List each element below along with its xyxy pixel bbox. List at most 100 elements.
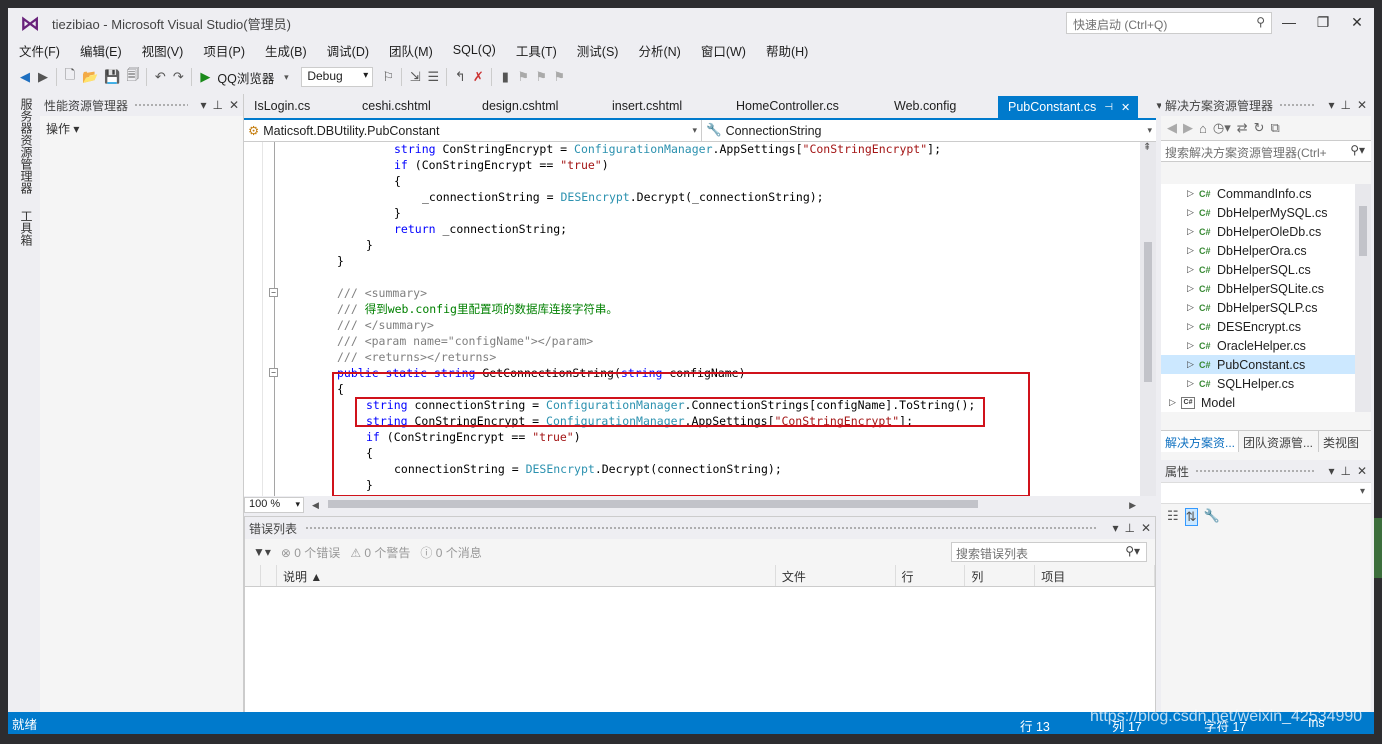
forward-icon[interactable]: ▶ bbox=[1183, 120, 1193, 136]
bookmark-icon[interactable]: ▮ bbox=[496, 66, 514, 88]
minimize-button[interactable]: — bbox=[1272, 8, 1306, 36]
tree-item-dbhelpersqlp[interactable]: ▷ C# DbHelperSQLP.cs bbox=[1161, 298, 1355, 317]
member-dropdown[interactable]: 🔧 ConnectionString ▾ bbox=[702, 120, 1156, 141]
tree-item-dbhelperora[interactable]: ▷ C# DbHelperOra.cs bbox=[1161, 241, 1355, 260]
col-line[interactable]: 行 bbox=[896, 565, 966, 586]
tab-class-view[interactable]: 类视图 bbox=[1319, 431, 1371, 452]
tab-islogin[interactable]: IsLogin.cs bbox=[244, 96, 352, 118]
tab-insert[interactable]: insert.cshtml bbox=[602, 96, 726, 118]
start-debug-icon[interactable]: ▶ bbox=[196, 66, 214, 88]
close-icon[interactable]: ✕ bbox=[1141, 521, 1151, 535]
close-icon[interactable]: ✕ bbox=[1357, 98, 1367, 112]
menu-sql[interactable]: SQL(Q) bbox=[442, 43, 505, 57]
expand-arrow-icon[interactable]: ▷ bbox=[1169, 397, 1181, 408]
error-search-input[interactable]: 搜索错误列表 ⚲▾ bbox=[951, 542, 1147, 562]
tab-homecontroller[interactable]: HomeController.cs bbox=[726, 96, 884, 118]
code-area[interactable]: string ConStringEncrypt = ConfigurationM… bbox=[244, 142, 1140, 498]
scrollbar-thumb[interactable] bbox=[1359, 206, 1367, 256]
toolbox-tab[interactable]: 工具箱 bbox=[12, 206, 41, 250]
categorized-icon[interactable]: ☷ bbox=[1167, 508, 1179, 526]
scroll-right-icon[interactable]: ▶ bbox=[1129, 500, 1136, 511]
col-description[interactable]: 说明 ▲ bbox=[277, 565, 776, 586]
panel-grip[interactable] bbox=[134, 102, 189, 108]
menu-test[interactable]: 测试(S) bbox=[566, 41, 628, 60]
tab-ceshi[interactable]: ceshi.cshtml bbox=[352, 96, 472, 118]
maximize-button[interactable]: ❐ bbox=[1306, 8, 1340, 36]
tree-item-pubconstant[interactable]: ▷ C# PubConstant.cs bbox=[1161, 355, 1355, 374]
properties-object-select[interactable] bbox=[1161, 482, 1371, 504]
code-editor[interactable]: ⚙ Maticsoft.DBUtility.PubConstant ▾ 🔧 Co… bbox=[244, 118, 1156, 514]
quick-launch-input[interactable]: 快速启动 (Ctrl+Q) ⚲ bbox=[1066, 12, 1272, 34]
back-icon[interactable]: ◀ bbox=[16, 66, 34, 88]
tab-design[interactable]: design.cshtml bbox=[472, 96, 602, 118]
redo-icon[interactable]: ↷ bbox=[169, 66, 187, 88]
property-pages-icon[interactable]: 🔧 bbox=[1204, 508, 1220, 526]
chevron-down-icon[interactable]: ▾ bbox=[200, 98, 206, 112]
expand-arrow-icon[interactable]: ▷ bbox=[1187, 378, 1199, 389]
chevron-down-icon[interactable]: ▾ bbox=[1112, 521, 1118, 535]
tree-item-model[interactable]: ▷ C# Model bbox=[1161, 393, 1355, 412]
server-explorer-tab[interactable]: 服务器资源管理器 bbox=[12, 94, 41, 198]
tab-solution-explorer[interactable]: 解决方案资... bbox=[1161, 431, 1239, 452]
zoom-select[interactable]: 100 % bbox=[244, 497, 304, 513]
expand-arrow-icon[interactable]: ▷ bbox=[1187, 321, 1199, 332]
pin-icon[interactable]: ⊥ bbox=[1124, 521, 1134, 535]
menu-analyze[interactable]: 分析(N) bbox=[627, 41, 689, 60]
pin-icon[interactable]: ⊥ bbox=[1340, 98, 1350, 112]
tree-scrollbar[interactable] bbox=[1355, 184, 1371, 412]
scroll-left-icon[interactable]: ◀ bbox=[312, 500, 319, 511]
menu-file[interactable]: 文件(F) bbox=[8, 41, 69, 60]
collapse-toggle-icon[interactable]: − bbox=[269, 288, 278, 297]
tab-team-explorer[interactable]: 团队资源管... bbox=[1239, 431, 1319, 452]
col-file[interactable]: 文件 bbox=[776, 565, 896, 586]
sync-icon[interactable]: ⇄ bbox=[1237, 120, 1248, 136]
col-project[interactable]: 项目 bbox=[1035, 565, 1155, 586]
bookmark-delete-icon[interactable]: ⚑ bbox=[550, 66, 568, 88]
errors-filter[interactable]: ⊗ 0 个错误 bbox=[281, 544, 340, 561]
step-icon[interactable]: ⇲ bbox=[406, 66, 424, 88]
expand-arrow-icon[interactable]: ▷ bbox=[1187, 226, 1199, 237]
forward-icon[interactable]: ▶ bbox=[34, 66, 52, 88]
pin-icon[interactable]: ⊥ bbox=[212, 98, 222, 112]
bookmark-next-icon[interactable]: ⚑ bbox=[514, 66, 532, 88]
menu-window[interactable]: 窗口(W) bbox=[690, 41, 755, 60]
menu-team[interactable]: 团队(M) bbox=[378, 41, 442, 60]
comment-icon[interactable]: ☰ bbox=[424, 66, 442, 88]
chevron-down-icon[interactable]: ▾ bbox=[277, 66, 295, 88]
scrollbar-thumb[interactable] bbox=[1144, 242, 1152, 382]
split-icon[interactable]: ⇞ bbox=[1143, 142, 1151, 153]
tree-item-sqlhelper[interactable]: ▷ C# SQLHelper.cs bbox=[1161, 374, 1355, 393]
pending-changes-icon[interactable]: ◷▾ bbox=[1213, 120, 1231, 136]
bookmark-prev-icon[interactable]: ↰ bbox=[451, 66, 469, 88]
expand-arrow-icon[interactable]: ▷ bbox=[1187, 359, 1199, 370]
tab-pubconstant[interactable]: PubConstant.cs ⊣ ✕ bbox=[998, 96, 1138, 118]
bookmark-folder-icon[interactable]: ⚑ bbox=[532, 66, 550, 88]
tree-item-commandinfo[interactable]: ▷ C# CommandInfo.cs bbox=[1161, 184, 1355, 203]
solution-config-select[interactable]: Debug bbox=[301, 67, 374, 87]
menu-edit[interactable]: 编辑(E) bbox=[69, 41, 131, 60]
expand-arrow-icon[interactable]: ▷ bbox=[1187, 245, 1199, 256]
menu-tools[interactable]: 工具(T) bbox=[505, 41, 566, 60]
filter-icon[interactable]: ▼▾ bbox=[253, 545, 271, 559]
tree-item-oraclehelper[interactable]: ▷ C# OracleHelper.cs bbox=[1161, 336, 1355, 355]
expand-arrow-icon[interactable]: ▷ bbox=[1187, 207, 1199, 218]
back-icon[interactable]: ◀ bbox=[1167, 120, 1177, 136]
menu-help[interactable]: 帮助(H) bbox=[755, 41, 817, 60]
solution-search-input[interactable]: 搜索解决方案资源管理器(Ctrl+ ⚲▾ bbox=[1161, 140, 1371, 162]
refresh-icon[interactable]: ↻ bbox=[1254, 120, 1265, 136]
class-dropdown[interactable]: ⚙ Maticsoft.DBUtility.PubConstant ▾ bbox=[244, 120, 702, 141]
expand-arrow-icon[interactable]: ▷ bbox=[1187, 264, 1199, 275]
messages-filter[interactable]: ⓘ 0 个消息 bbox=[420, 544, 481, 561]
chevron-down-icon[interactable]: ▾ bbox=[1328, 464, 1334, 478]
save-icon[interactable]: 💾 bbox=[101, 66, 123, 88]
warnings-filter[interactable]: ⚠ 0 个警告 bbox=[350, 544, 410, 561]
bookmark-clear-icon[interactable]: ✗ bbox=[469, 66, 487, 88]
new-project-icon[interactable]: 🗋 bbox=[61, 66, 79, 88]
collapse-all-icon[interactable]: ⧉ bbox=[1271, 120, 1280, 136]
pin-icon[interactable]: ⊣ bbox=[1104, 102, 1113, 113]
menu-view[interactable]: 视图(V) bbox=[131, 41, 193, 60]
panel-grip[interactable] bbox=[1279, 102, 1317, 108]
tree-item-dbhelpersqlite[interactable]: ▷ C# DbHelperSQLite.cs bbox=[1161, 279, 1355, 298]
undo-icon[interactable]: ↶ bbox=[151, 66, 169, 88]
expand-arrow-icon[interactable]: ▷ bbox=[1187, 283, 1199, 294]
